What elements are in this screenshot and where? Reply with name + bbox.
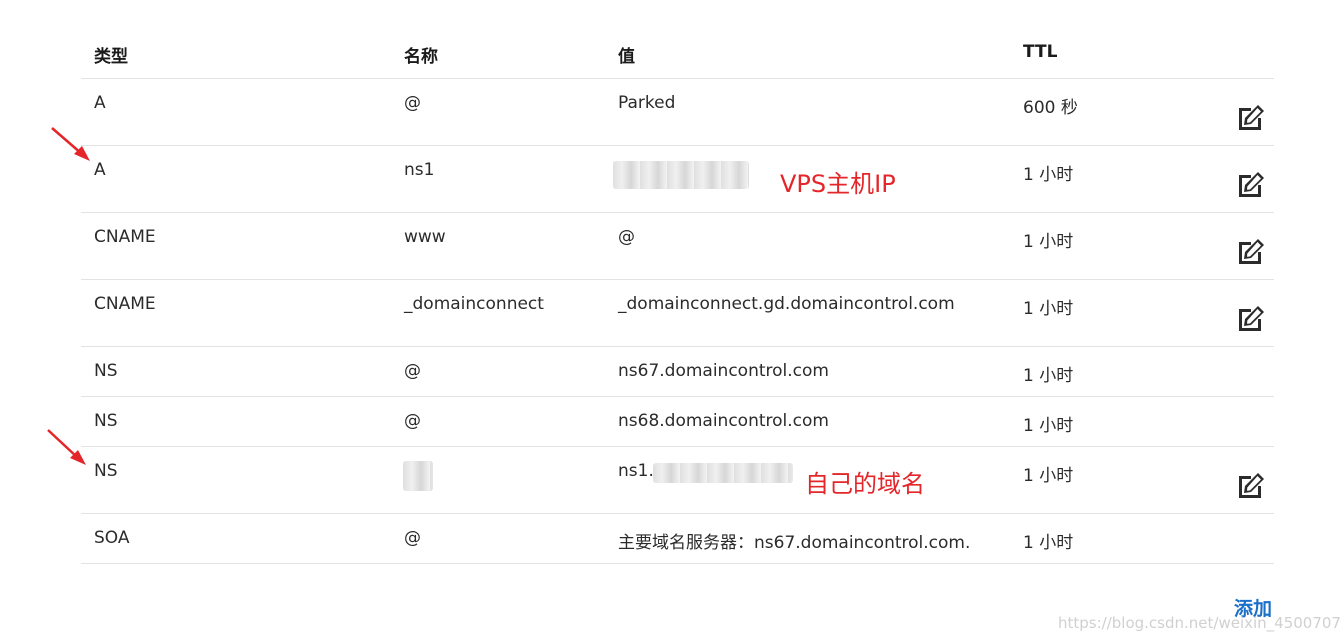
header-ttl: TTL bbox=[1023, 42, 1058, 62]
record-value: ns1. bbox=[618, 461, 654, 481]
record-ttl: 1 小时 bbox=[1023, 416, 1074, 436]
record-name: @ bbox=[404, 411, 421, 431]
record-value: Parked bbox=[618, 93, 676, 113]
record-type: CNAME bbox=[94, 294, 156, 314]
red-arrow-icon bbox=[47, 429, 86, 465]
record-type: NS bbox=[94, 461, 118, 481]
record-name: @ bbox=[404, 528, 421, 548]
record-ttl: 1 小时 bbox=[1023, 533, 1074, 553]
header-type: 类型 bbox=[94, 47, 128, 67]
redacted-ip bbox=[613, 161, 749, 189]
table-row: A ns1 1 小时 bbox=[81, 146, 1274, 213]
record-value: ns68.domaincontrol.com bbox=[618, 411, 829, 431]
table-header: 类型 名称 值 TTL bbox=[81, 30, 1274, 79]
record-name: @ bbox=[404, 93, 421, 113]
record-type: CNAME bbox=[94, 227, 156, 247]
record-type: NS bbox=[94, 411, 118, 431]
record-value: ns67.domaincontrol.com bbox=[618, 361, 829, 381]
header-name: 名称 bbox=[404, 47, 438, 67]
record-name: _domainconnect bbox=[404, 294, 544, 314]
edit-icon[interactable] bbox=[1236, 471, 1266, 501]
record-name: www bbox=[404, 227, 446, 247]
table-row: CNAME www @ 1 小时 bbox=[81, 213, 1274, 280]
table-row: A @ Parked 600 秒 bbox=[81, 79, 1274, 146]
record-name: ns1 bbox=[404, 160, 435, 180]
table-row: CNAME _domainconnect _domainconnect.gd.d… bbox=[81, 280, 1274, 347]
record-value: @ bbox=[618, 227, 635, 247]
record-ttl: 1 小时 bbox=[1023, 299, 1074, 319]
record-ttl: 1 小时 bbox=[1023, 466, 1074, 486]
record-ttl: 1 小时 bbox=[1023, 165, 1074, 185]
watermark: https://blog.csdn.net/weixin_45007073 bbox=[1058, 614, 1342, 632]
redacted-domain bbox=[653, 463, 793, 483]
record-value: 主要域名服务器：ns67.domaincontrol.com. bbox=[618, 533, 971, 553]
table-row: SOA @ 主要域名服务器：ns67.domaincontrol.com. 1 … bbox=[81, 514, 1274, 564]
record-ttl: 1 小时 bbox=[1023, 366, 1074, 386]
header-value: 值 bbox=[618, 47, 635, 67]
table-row: NS @ ns67.domaincontrol.com 1 小时 bbox=[81, 347, 1274, 397]
dns-records-table: 类型 名称 值 TTL A @ Parked 600 秒 A ns1 1 小时 … bbox=[81, 30, 1274, 564]
edit-icon[interactable] bbox=[1236, 103, 1266, 133]
edit-icon[interactable] bbox=[1236, 170, 1266, 200]
table-row: NS ns1. 1 小时 bbox=[81, 447, 1274, 514]
record-ttl: 600 秒 bbox=[1023, 98, 1078, 118]
record-value: _domainconnect.gd.domaincontrol.com bbox=[618, 294, 955, 314]
table-row: NS @ ns68.domaincontrol.com 1 小时 bbox=[81, 397, 1274, 447]
edit-icon[interactable] bbox=[1236, 237, 1266, 267]
record-type: SOA bbox=[94, 528, 130, 548]
record-type: A bbox=[94, 160, 106, 180]
edit-icon[interactable] bbox=[1236, 304, 1266, 334]
record-ttl: 1 小时 bbox=[1023, 232, 1074, 252]
annotation-vps-ip: VPS主机IP bbox=[780, 170, 896, 198]
red-arrow-icon bbox=[51, 127, 90, 161]
annotation-own-domain: 自己的域名 bbox=[805, 470, 925, 498]
redacted-name bbox=[403, 461, 433, 491]
record-type: A bbox=[94, 93, 106, 113]
record-type: NS bbox=[94, 361, 118, 381]
record-name: @ bbox=[404, 361, 421, 381]
